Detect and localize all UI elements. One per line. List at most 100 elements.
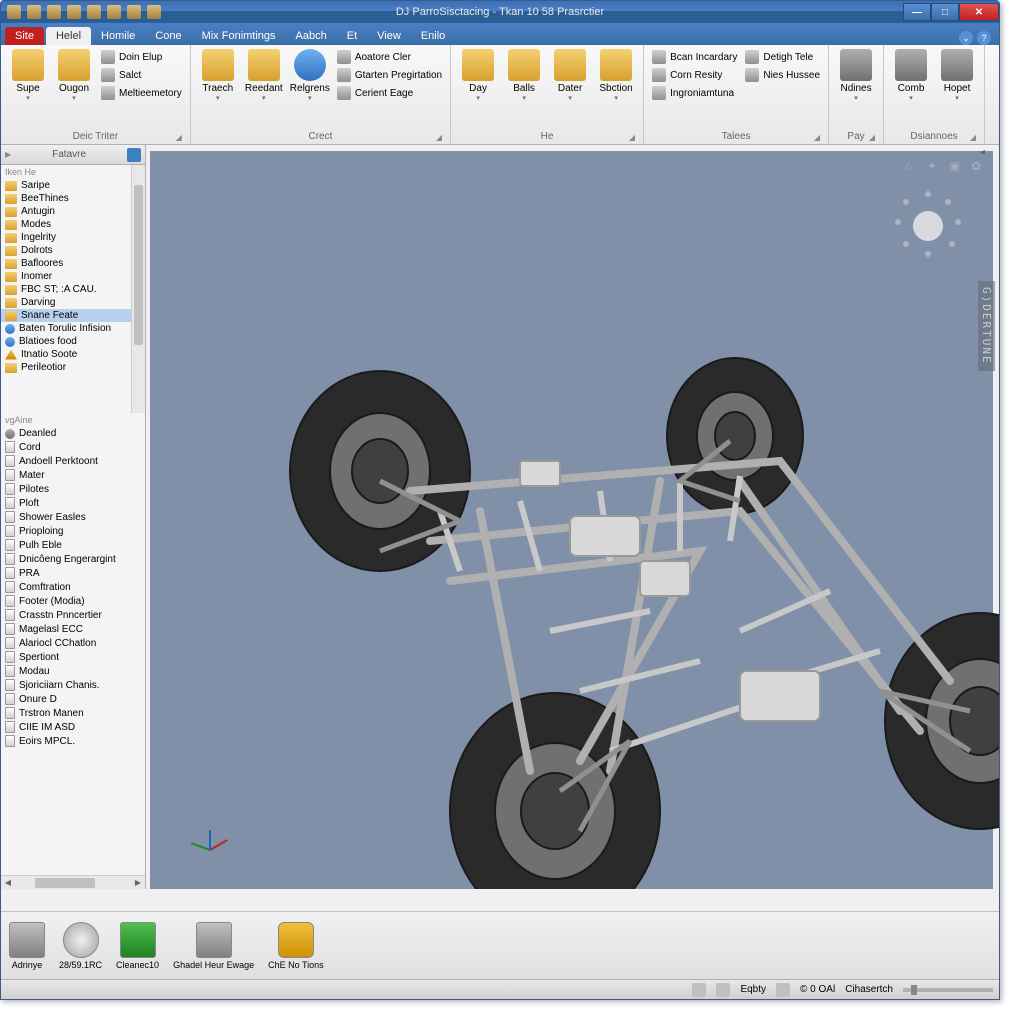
ribbon-small-button[interactable]: Nies Hussee bbox=[743, 67, 822, 83]
ribbon-button[interactable]: Traech▾ bbox=[197, 49, 239, 102]
ribbon-small-button[interactable]: Detigh Tele bbox=[743, 49, 822, 65]
tree-item[interactable]: Prioploing bbox=[1, 524, 145, 538]
tree-item[interactable]: Footer (Modia) bbox=[1, 594, 145, 608]
tree-item[interactable]: FBC ST; :A CAU. bbox=[1, 283, 145, 296]
ribbon-tab[interactable]: View bbox=[367, 27, 411, 45]
tree-item[interactable]: Inomer bbox=[1, 270, 145, 283]
taskbar-item[interactable]: Cleanec10 bbox=[116, 922, 159, 970]
tree-item[interactable]: Dolrots bbox=[1, 244, 145, 257]
ribbon-button[interactable]: Reedant▾ bbox=[243, 49, 285, 102]
tree-item[interactable]: Dnicôeng Engerargint bbox=[1, 552, 145, 566]
feature-panel-options-icon[interactable] bbox=[127, 148, 141, 162]
tree-item[interactable]: Andoell Perktoont bbox=[1, 454, 145, 468]
tree-item[interactable]: Mater bbox=[1, 468, 145, 482]
qat-icon[interactable] bbox=[7, 5, 21, 19]
tree-item[interactable]: Crasstn Pnncertier bbox=[1, 608, 145, 622]
ribbon-small-button[interactable]: Aoatore Cler bbox=[335, 49, 444, 65]
ribbon-tab[interactable]: Et bbox=[337, 27, 367, 45]
status-icon[interactable] bbox=[776, 983, 790, 997]
qat-icon[interactable] bbox=[147, 5, 161, 19]
tree-item[interactable]: Modau bbox=[1, 664, 145, 678]
tree-item[interactable]: Perileotior bbox=[1, 361, 145, 374]
h-scrollbar[interactable]: ◀ ▶ bbox=[1, 875, 145, 889]
expand-arrow-icon[interactable]: ◂ bbox=[980, 147, 985, 158]
ribbon-small-button[interactable]: Bcan Incardary bbox=[650, 49, 739, 65]
tree-item[interactable]: Onure D bbox=[1, 692, 145, 706]
ribbon-button[interactable]: Balls▾ bbox=[503, 49, 545, 102]
ribbon-small-button[interactable]: Meltieemetory bbox=[99, 85, 184, 101]
taskbar-item[interactable]: Ghadel Heur Ewage bbox=[173, 922, 254, 970]
close-button[interactable]: ✕ bbox=[959, 3, 999, 21]
vp-tool-icon[interactable]: ✦ bbox=[927, 159, 941, 173]
tree-item[interactable]: Itnatio Soote bbox=[1, 348, 145, 361]
taskbar-item[interactable]: ChE No Tions bbox=[268, 922, 324, 970]
tree-item[interactable]: Saripe bbox=[1, 179, 145, 192]
tree-item[interactable]: CIIE IM ASD bbox=[1, 720, 145, 734]
qat-icon[interactable] bbox=[67, 5, 81, 19]
ribbon-button[interactable]: Sbction▾ bbox=[595, 49, 637, 102]
ribbon-tab[interactable]: Helel bbox=[46, 27, 91, 45]
scrollbar[interactable] bbox=[131, 165, 145, 413]
minimize-button[interactable]: — bbox=[903, 3, 931, 21]
ribbon-small-button[interactable]: Ingroniamtuna bbox=[650, 85, 739, 101]
ribbon-tab[interactable]: Homile bbox=[91, 27, 145, 45]
tree-item[interactable]: Comftration bbox=[1, 580, 145, 594]
tree-item[interactable]: Cord bbox=[1, 440, 145, 454]
tree-item[interactable]: Alariocl CChatlon bbox=[1, 636, 145, 650]
tree-item[interactable]: Blatioes food bbox=[1, 335, 145, 348]
qat-icon[interactable] bbox=[47, 5, 61, 19]
collapse-icon[interactable]: ▶ bbox=[5, 150, 11, 159]
tree-item[interactable]: Modes bbox=[1, 218, 145, 231]
ribbon-button[interactable]: Dater▾ bbox=[549, 49, 591, 102]
help-collapse-icon[interactable]: ⌄ bbox=[959, 31, 973, 45]
browser-tree[interactable]: DeanledCordAndoell PerktoontMaterPilotes… bbox=[1, 427, 145, 875]
qat-icon[interactable] bbox=[127, 5, 141, 19]
ribbon-tab[interactable]: Enilo bbox=[411, 27, 455, 45]
qat-icon[interactable] bbox=[27, 5, 41, 19]
vp-tool-icon[interactable]: ⌂ bbox=[905, 159, 919, 173]
ribbon-button[interactable]: Ndines▾ bbox=[835, 49, 877, 102]
tree-item[interactable]: Darving bbox=[1, 296, 145, 309]
zoom-slider[interactable] bbox=[903, 988, 993, 992]
tree-item[interactable]: Baten Torulic Infision bbox=[1, 322, 145, 335]
vp-tool-icon[interactable]: ✿ bbox=[971, 159, 985, 173]
ribbon-button[interactable]: Hopet▾ bbox=[936, 49, 978, 102]
maximize-button[interactable]: □ bbox=[931, 3, 959, 21]
tree-item[interactable]: Bafloores bbox=[1, 257, 145, 270]
ribbon-button[interactable]: Comb▾ bbox=[890, 49, 932, 102]
status-icon[interactable] bbox=[692, 983, 706, 997]
tree-item[interactable]: Deanled bbox=[1, 427, 145, 440]
tree-item[interactable]: PRA bbox=[1, 566, 145, 580]
ribbon-tab[interactable]: Aabch bbox=[286, 27, 337, 45]
ribbon-small-button[interactable]: Doin Elup bbox=[99, 49, 184, 65]
3d-viewport[interactable]: ◂ ⌂ ✦ ▣ ✿ G)DERTUNE bbox=[150, 151, 993, 889]
status-icon[interactable] bbox=[716, 983, 730, 997]
ribbon-button[interactable]: Ougon▾ bbox=[53, 49, 95, 102]
ribbon-button[interactable]: Supe▾ bbox=[7, 49, 49, 102]
ribbon-button[interactable]: Day▾ bbox=[457, 49, 499, 102]
ribbon-button[interactable]: Relgrens▾ bbox=[289, 49, 331, 102]
taskbar-item[interactable]: 28/59.1RC bbox=[59, 922, 102, 970]
qat-icon[interactable] bbox=[107, 5, 121, 19]
tree-item[interactable]: Pulh Eble bbox=[1, 538, 145, 552]
tree-item[interactable]: Snane Feate bbox=[1, 309, 145, 322]
ribbon-tab[interactable]: Mix Fonimtings bbox=[192, 27, 286, 45]
tree-item[interactable]: Pilotes bbox=[1, 482, 145, 496]
taskbar-item[interactable]: Adrinye bbox=[9, 922, 45, 970]
ribbon-tab[interactable]: Cone bbox=[145, 27, 191, 45]
qat-icon[interactable] bbox=[87, 5, 101, 19]
ribbon-small-button[interactable]: Gtarten Pregirtation bbox=[335, 67, 444, 83]
vp-tool-icon[interactable]: ▣ bbox=[949, 159, 963, 173]
ribbon-small-button[interactable]: Cerient Eage bbox=[335, 85, 444, 101]
tree-item[interactable]: Trstron Manen bbox=[1, 706, 145, 720]
tree-item[interactable]: BeeThines bbox=[1, 192, 145, 205]
help-info-icon[interactable]: ? bbox=[977, 31, 991, 45]
tree-item[interactable]: Sjoriciiarn Chanis. bbox=[1, 678, 145, 692]
feature-tree[interactable]: SaripeBeeThinesAntuginModesIngelrityDolr… bbox=[1, 179, 145, 413]
tree-item[interactable]: Shower Easles bbox=[1, 510, 145, 524]
ribbon-small-button[interactable]: Salct bbox=[99, 67, 184, 83]
tree-item[interactable]: Eoirs MPCL. bbox=[1, 734, 145, 748]
tree-item[interactable]: Antugin bbox=[1, 205, 145, 218]
ribbon-small-button[interactable]: Corn Resity bbox=[650, 67, 739, 83]
tree-item[interactable]: Ingelrity bbox=[1, 231, 145, 244]
